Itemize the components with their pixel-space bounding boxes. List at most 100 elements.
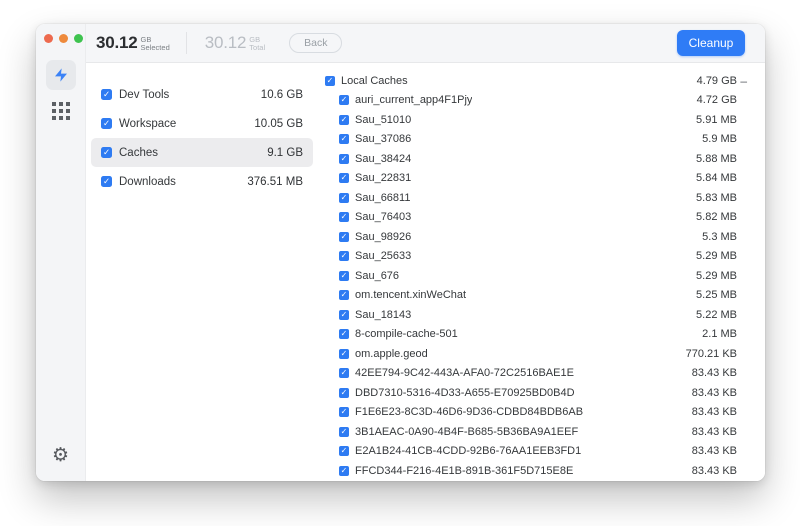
category-label: Downloads xyxy=(119,175,176,188)
sidebar-item-cleaner[interactable] xyxy=(45,60,76,90)
file-row[interactable]: ✓ FFCD344-F216-4E1B-891B-361F5D715E8E 83… xyxy=(325,461,747,481)
checkbox-checked-icon[interactable]: ✓ xyxy=(339,368,349,379)
checkbox-checked-icon[interactable]: ✓ xyxy=(339,95,349,106)
file-label: auri_current_app4F1Pjy xyxy=(355,94,473,107)
total-size-label: Total xyxy=(249,42,266,52)
file-row[interactable]: ✓ Sau_18143 5.22 MB xyxy=(325,305,747,325)
checkbox-checked-icon[interactable]: ✓ xyxy=(339,231,349,242)
checkbox-checked-icon[interactable]: ✓ xyxy=(339,153,349,164)
file-label: 42EE794-9C42-443A-AFA0-72C2516BAE1E xyxy=(355,367,574,380)
file-label: 3B1AEAC-0A90-4B4F-B685-5B36BA9A1EEF xyxy=(355,425,579,438)
checkbox-checked-icon[interactable]: ✓ xyxy=(339,270,349,281)
file-size: 83.43 KB xyxy=(691,445,737,458)
checkbox-checked-icon[interactable]: ✓ xyxy=(339,465,349,476)
file-size: 5.82 MB xyxy=(696,211,737,224)
file-label: Sau_98926 xyxy=(355,230,412,243)
category-label: Dev Tools xyxy=(119,88,170,101)
minimize-button[interactable] xyxy=(59,34,68,43)
category-size: 10.6 GB xyxy=(260,88,303,101)
file-size: 5.88 MB xyxy=(696,152,737,165)
close-button[interactable] xyxy=(44,34,53,43)
checkbox-checked-icon[interactable]: ✓ xyxy=(339,212,349,223)
file-label: Sau_76403 xyxy=(355,211,412,224)
checkbox-checked-icon[interactable]: ✓ xyxy=(325,75,335,86)
file-list[interactable]: ✓ Local Caches 4.79 GB – ✓ auri_current_… xyxy=(325,63,747,481)
sidebar-item-apps[interactable] xyxy=(46,96,76,126)
content-area: ✓ Dev Tools 10.6 GB ✓ Workspace 10.05 GB… xyxy=(86,63,765,481)
main-panel: 30.12 GB Selected 30.12 GB Total Back Cl… xyxy=(86,24,765,481)
file-row[interactable]: ✓ Sau_51010 5.91 MB xyxy=(325,110,747,130)
file-label: Sau_66811 xyxy=(355,191,411,204)
file-size: 83.43 KB xyxy=(691,406,737,419)
file-row[interactable]: ✓ Sau_76403 5.82 MB xyxy=(325,208,747,228)
file-row[interactable]: ✓ F1E6E23-8C3D-46D6-9D36-CDBD84BDB6AB 83… xyxy=(325,403,747,423)
file-row[interactable]: ✓ Sau_25633 5.29 MB xyxy=(325,247,747,267)
file-size: 4.72 GB xyxy=(696,94,737,107)
file-size: 5.25 MB xyxy=(696,289,737,302)
checkbox-checked-icon[interactable]: ✓ xyxy=(339,426,349,437)
file-size: 5.3 MB xyxy=(702,230,737,243)
settings-gear-icon[interactable]: ⚙ xyxy=(52,446,69,465)
file-label: om.tencent.xinWeChat xyxy=(355,289,467,302)
checkbox-checked-icon[interactable]: ✓ xyxy=(339,387,349,398)
file-size: 5.29 MB xyxy=(696,269,737,282)
checkbox-checked-icon[interactable]: ✓ xyxy=(339,309,349,320)
collapse-indicator[interactable]: – xyxy=(737,75,747,87)
file-size: 5.91 MB xyxy=(696,113,737,126)
checkbox-checked-icon[interactable]: ✓ xyxy=(339,114,349,125)
file-row[interactable]: ✓ E2A1B24-41CB-4CDD-92B6-76AA1EEB3FD1 83… xyxy=(325,442,747,462)
checkbox-checked-icon[interactable]: ✓ xyxy=(339,134,349,145)
cleanup-button[interactable]: Cleanup xyxy=(677,30,745,56)
file-row[interactable]: ✓ om.tencent.xinWeChat 5.25 MB xyxy=(325,286,747,306)
file-row[interactable]: ✓ 3B1AEAC-0A90-4B4F-B685-5B36BA9A1EEF 83… xyxy=(325,422,747,442)
file-label: Sau_18143 xyxy=(355,308,412,321)
file-row[interactable]: ✓ om.apple.geod 770.21 KB xyxy=(325,344,747,364)
checkbox-checked-icon[interactable]: ✓ xyxy=(101,176,112,187)
file-row[interactable]: ✓ 42EE794-9C42-443A-AFA0-72C2516BAE1E 83… xyxy=(325,364,747,384)
file-size: 83.43 KB xyxy=(691,425,737,438)
checkbox-checked-icon[interactable]: ✓ xyxy=(339,290,349,301)
checkbox-checked-icon[interactable]: ✓ xyxy=(339,251,349,262)
checkbox-checked-icon[interactable]: ✓ xyxy=(339,407,349,418)
file-row[interactable]: ✓ Sau_38424 5.88 MB xyxy=(325,149,747,169)
file-row[interactable]: ✓ Sau_37086 5.9 MB xyxy=(325,130,747,150)
file-row[interactable]: ✓ 8-compile-cache-501 2.1 MB xyxy=(325,325,747,345)
file-size: 83.43 KB xyxy=(691,367,737,380)
category-row[interactable]: ✓ Downloads 376.51 MB xyxy=(91,167,313,196)
category-list: ✓ Dev Tools 10.6 GB ✓ Workspace 10.05 GB… xyxy=(91,63,313,481)
file-label: FFCD344-F216-4E1B-891B-361F5D715E8E xyxy=(355,464,574,477)
app-window: ⚙ 30.12 GB Selected 30.12 GB Total Back … xyxy=(36,24,765,481)
total-size-stat: 30.12 GB Total xyxy=(205,33,265,53)
file-row[interactable]: ✓ Sau_22831 5.84 MB xyxy=(325,169,747,189)
category-label: Caches xyxy=(119,146,158,159)
category-label: Workspace xyxy=(119,117,177,130)
file-label: F1E6E23-8C3D-46D6-9D36-CDBD84BDB6AB xyxy=(355,406,584,419)
checkbox-checked-icon[interactable]: ✓ xyxy=(339,192,349,203)
file-label: Sau_22831 xyxy=(355,172,412,185)
category-row[interactable]: ✓ Workspace 10.05 GB xyxy=(91,109,313,138)
file-size: 5.9 MB xyxy=(702,133,737,146)
header-bar: 30.12 GB Selected 30.12 GB Total Back Cl… xyxy=(86,24,765,63)
file-label: DBD7310-5316-4D33-A655-E70925BD0B4D xyxy=(355,386,575,399)
category-row[interactable]: ✓ Caches 9.1 GB xyxy=(91,138,313,167)
file-row[interactable]: ✓ Sau_676 5.29 MB xyxy=(325,266,747,286)
checkbox-checked-icon[interactable]: ✓ xyxy=(101,147,112,158)
file-size: 2.1 MB xyxy=(702,328,737,341)
file-row[interactable]: ✓ Local Caches 4.79 GB – xyxy=(325,71,747,91)
checkbox-checked-icon[interactable]: ✓ xyxy=(339,329,349,340)
checkbox-checked-icon[interactable]: ✓ xyxy=(101,118,112,129)
selected-size-stat: 30.12 GB Selected xyxy=(96,33,170,53)
back-button[interactable]: Back xyxy=(289,33,343,53)
file-size: 4.79 GB xyxy=(696,74,737,87)
file-row[interactable]: ✓ Sau_98926 5.3 MB xyxy=(325,227,747,247)
lightning-icon xyxy=(53,67,69,83)
checkbox-checked-icon[interactable]: ✓ xyxy=(101,89,112,100)
file-row[interactable]: ✓ auri_current_app4F1Pjy 4.72 GB xyxy=(325,91,747,111)
zoom-button[interactable] xyxy=(74,34,83,43)
file-row[interactable]: ✓ Sau_66811 5.83 MB xyxy=(325,188,747,208)
checkbox-checked-icon[interactable]: ✓ xyxy=(339,348,349,359)
checkbox-checked-icon[interactable]: ✓ xyxy=(339,173,349,184)
category-row[interactable]: ✓ Dev Tools 10.6 GB xyxy=(91,80,313,109)
file-row[interactable]: ✓ DBD7310-5316-4D33-A655-E70925BD0B4D 83… xyxy=(325,383,747,403)
checkbox-checked-icon[interactable]: ✓ xyxy=(339,446,349,457)
